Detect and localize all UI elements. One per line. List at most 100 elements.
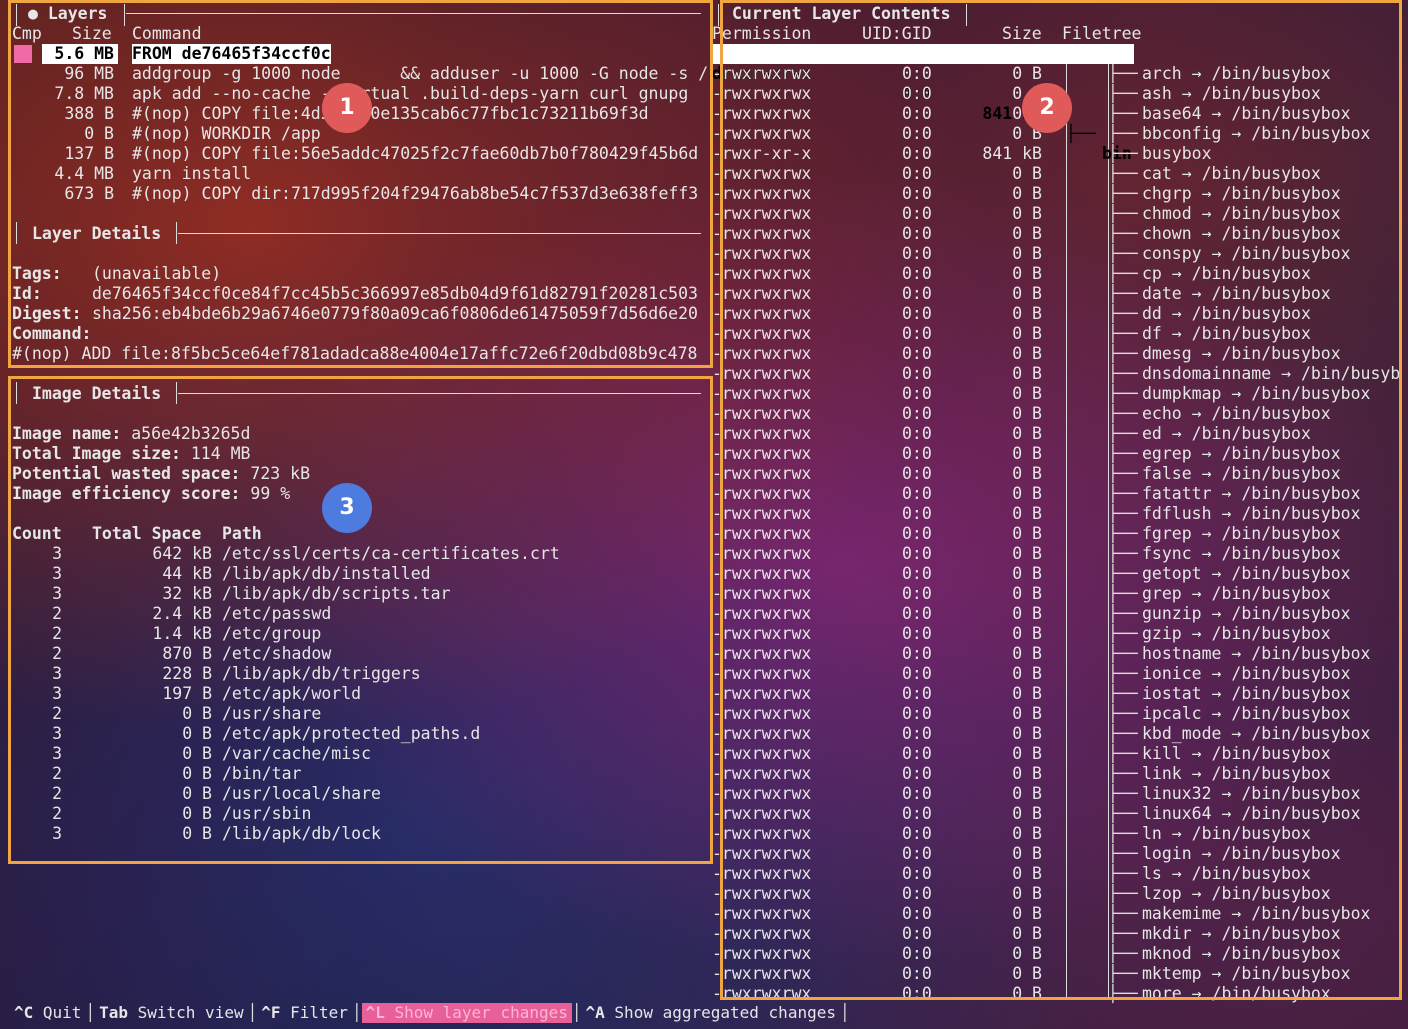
- filetree-row[interactable]: -rwxrwxrwx 0:0 0 B ├── getopt → /bin/busybox: [712, 564, 1400, 584]
- layer-command: addgroup -g 1000 node && adduser -u 1000…: [132, 64, 709, 83]
- file-name: iostat → /bin/busybox: [1142, 684, 1351, 703]
- keybinding-show-layer-changes[interactable]: ^L Show layer changes: [361, 1003, 572, 1023]
- wasted-file-row[interactable]: 2 1.4 kB/etc/group: [12, 624, 702, 644]
- wasted-file-row[interactable]: 3 0 B/etc/apk/protected_paths.d: [12, 724, 702, 744]
- file-name: linux32 → /bin/busybox: [1142, 784, 1361, 803]
- layer-row[interactable]: 5.6 MB FROM de76465f34ccf0c: [12, 44, 702, 64]
- filetree-row[interactable]: -rwxrwxrwx 0:0 0 B ├── mknod → /bin/busybox: [712, 944, 1400, 964]
- filetree-row[interactable]: -rwxrwxrwx 0:0 0 B ├── kbd_mode → /bin/busyb…: [712, 724, 1400, 744]
- filetree-row[interactable]: -rwxrwxrwx 0:0 0 B ├── conspy → /bin/busybox: [712, 244, 1400, 264]
- filetree-row[interactable]: -rwxrwxrwx 0:0 0 B ├── fsync → /bin/busybox: [712, 544, 1400, 564]
- filetree-row[interactable]: -rwxrwxrwx 0:0 0 B ├── echo → /bin/busybox: [712, 404, 1400, 424]
- filetree-row[interactable]: -rwxrwxrwx 0:0 0 B ├── df → /bin/busybox: [712, 324, 1400, 344]
- wasted-file-row[interactable]: 2 0 B/usr/share: [12, 704, 702, 724]
- file-permission: -rwxrwxrwx: [712, 404, 812, 423]
- filetree-row[interactable]: -rwxrwxrwx 0:0 0 B ├── egrep → /bin/busybox: [712, 444, 1400, 464]
- wasted-file-row[interactable]: 3 197 B/etc/apk/world: [12, 684, 702, 704]
- wasted-file-row[interactable]: 2 2.4 kB/etc/passwd: [12, 604, 702, 624]
- wasted-file-row[interactable]: 3 0 B/lib/apk/db/lock: [12, 824, 702, 844]
- filetree-row[interactable]: -rwxrwxrwx 0:0 0 B ├── mkdir → /bin/busybox: [712, 924, 1400, 944]
- filetree-row[interactable]: -rwxrwxrwx 0:0 0 B ├── link → /bin/busybox: [712, 764, 1400, 784]
- filetree-row[interactable]: -rwxrwxrwx 0:0 0 B ├── dnsdomainname → /bin/…: [712, 364, 1400, 384]
- filetree-row[interactable]: -rwxrwxrwx 0:0 0 B ├── linux64 → /bin/busybo…: [712, 804, 1400, 824]
- filetree-row[interactable]: -rwxrwxrwx 0:0 0 B ├── chgrp → /bin/busybox: [712, 184, 1400, 204]
- keybinding-show-aggregated-changes[interactable]: ^A Show aggregated changes: [582, 1003, 840, 1023]
- file-permission: -rwxrwxrwx: [712, 904, 812, 923]
- filetree-row[interactable]: -rwxrwxrwx 0:0 0 B ├── cp → /bin/busybox: [712, 264, 1400, 284]
- filetree-row[interactable]: -rwxrwxrwx 0:0 0 B ├── ls → /bin/busybox: [712, 864, 1400, 884]
- file-permission: -rwxrwxrwx: [712, 424, 812, 443]
- file-permission: -rwxrwxrwx: [712, 864, 812, 883]
- wasted-file-row[interactable]: 3 0 B/var/cache/misc: [12, 744, 702, 764]
- layer-row[interactable]: 4.4 MB yarn install: [12, 164, 702, 184]
- filetree-row[interactable]: -rwxrwxrwx 0:0 0 B ├── grep → /bin/busybox: [712, 584, 1400, 604]
- wasted-file-space: 642 kB: [152, 544, 212, 563]
- file-size: 0 B: [1012, 444, 1042, 463]
- filetree-row[interactable]: -rwxrwxrwx 0:0 0 B ├── date → /bin/busybox: [712, 284, 1400, 304]
- filetree-row[interactable]: -rwxr-xr-x 0:0 841 kB ├── busybox: [712, 144, 1400, 164]
- filetree-row[interactable]: -rwxrwxrwx 0:0 0 B ├── ipcalc → /bin/busybox: [712, 704, 1400, 724]
- file-name: hostname → /bin/busybox: [1142, 644, 1371, 663]
- file-uid: 0:0: [902, 344, 932, 363]
- keybinding-label: Show aggregated changes: [614, 1003, 836, 1022]
- wasted-file-row[interactable]: 3 32 kB/lib/apk/db/scripts.tar: [12, 584, 702, 604]
- file-size: 0 B: [1012, 644, 1042, 663]
- filetree-row[interactable]: -rwxrwxrwx 0:0 0 B ├── ionice → /bin/busybox: [712, 664, 1400, 684]
- filetree-row[interactable]: -rwxrwxrwx 0:0 0 B ├── gzip → /bin/busybox: [712, 624, 1400, 644]
- wasted-file-row[interactable]: 3 44 kB/lib/apk/db/installed: [12, 564, 702, 584]
- filetree-row[interactable]: -rwxrwxrwx 0:0 0 B ├── cat → /bin/busybox: [712, 164, 1400, 184]
- filetree-row[interactable]: -rwxrwxrwx 0:0 0 B ├── hostname → /bin/busyb…: [712, 644, 1400, 664]
- file-uid: 0:0: [902, 824, 932, 843]
- filetree-row[interactable]: -rwxrwxrwx 0:0 0 B ├── dd → /bin/busybox: [712, 304, 1400, 324]
- filetree-row[interactable]: -rwxrwxrwx 0:0 0 B ├── ed → /bin/busybox: [712, 424, 1400, 444]
- file-size: 0 B: [1012, 524, 1042, 543]
- filetree-row[interactable]: -rwxrwxrwx 0:0 0 B ├── chown → /bin/busybox: [712, 224, 1400, 244]
- layer-row[interactable]: 96 MB addgroup -g 1000 node && adduser -u…: [12, 64, 708, 84]
- tree-branch: ├──: [1108, 384, 1138, 403]
- keybinding-bar[interactable]: ^C Quit │ Tab Switch view │ ^F Filter │ ^L Sho…: [10, 1003, 850, 1023]
- wasted-file-row[interactable]: 2 870 B/etc/shadow: [12, 644, 702, 664]
- filetree-row[interactable]: -rwxrwxrwx 0:0 0 B ├── login → /bin/busybox: [712, 844, 1400, 864]
- keybinding-filter[interactable]: ^F Filter: [257, 1003, 352, 1023]
- wasted-file-row[interactable]: 2 0 B/usr/sbin: [12, 804, 702, 824]
- filetree-row[interactable]: -rwxrwxrwx 0:0 0 B ├── dumpkmap → /bin/busyb…: [712, 384, 1400, 404]
- keybinding-quit[interactable]: ^C Quit: [10, 1003, 85, 1023]
- filetree-row[interactable]: -rwxrwxrwx 0:0 0 B ├── linux32 → /bin/busybo…: [712, 784, 1400, 804]
- tree-branch: ├──: [1108, 264, 1138, 283]
- wasted-file-row[interactable]: 2 0 B/bin/tar: [12, 764, 702, 784]
- file-permission: -rwxrwxrwx: [712, 124, 812, 143]
- filetree-row[interactable]: -rwxrwxrwx 0:0 0 B ├── more → /bin/busybox: [712, 984, 1400, 1004]
- file-permission: -rwxrwxrwx: [712, 344, 812, 363]
- file-size: 0 B: [1012, 844, 1042, 863]
- layer-row[interactable]: 673 B #(nop) COPY dir:717d995f204f29476ab…: [12, 184, 702, 204]
- filetree-row[interactable]: -rwxrwxrwx 0:0 0 B ├── ln → /bin/busybox: [712, 824, 1400, 844]
- layer-size: 96 MB: [64, 64, 114, 83]
- filetree-row[interactable]: -rwxrwxrwx 0:0 0 B ├── false → /bin/busybox: [712, 464, 1400, 484]
- filetree-row[interactable]: -rwxrwxrwx 0:0 0 B ├── iostat → /bin/busybox: [712, 684, 1400, 704]
- filetree-row[interactable]: -rwxrwxrwx 0:0 0 B ├── fgrep → /bin/busybox: [712, 524, 1400, 544]
- file-permission: -rwxrwxrwx: [712, 164, 812, 183]
- filetree-root-row[interactable]: drwxr-xr-x 0:0 841 kB ├── bin: [712, 44, 1134, 163]
- file-permission: -rwxrwxrwx: [712, 764, 812, 783]
- wasted-file-row[interactable]: 2 0 B/usr/local/share: [12, 784, 702, 804]
- tree-branch: ├──: [1108, 344, 1138, 363]
- wasted-file-row[interactable]: 3 228 B/lib/apk/db/triggers: [12, 664, 702, 684]
- filetree-row[interactable]: -rwxrwxrwx 0:0 0 B ├── dmesg → /bin/busybox: [712, 344, 1400, 364]
- filetree-row[interactable]: -rwxrwxrwx 0:0 0 B ├── arch → /bin/busybox: [712, 64, 1400, 84]
- filetree-row[interactable]: -rwxrwxrwx 0:0 0 B ├── makemime → /bin/busyb…: [712, 904, 1400, 924]
- badge-one: 1: [322, 83, 372, 133]
- keybinding-label: Filter: [290, 1003, 348, 1022]
- wasted-file-row[interactable]: 3 642 kB/etc/ssl/certs/ca-certificates.cr…: [12, 544, 702, 564]
- filetree-row[interactable]: -rwxrwxrwx 0:0 0 B ├── lzop → /bin/busybox: [712, 884, 1400, 904]
- filetree-row[interactable]: -rwxrwxrwx 0:0 0 B ├── fdflush → /bin/busybo…: [712, 504, 1400, 524]
- filetree-row[interactable]: -rwxrwxrwx 0:0 0 B ├── mktemp → /bin/busybox: [712, 964, 1400, 984]
- filetree-row[interactable]: -rwxrwxrwx 0:0 0 B ├── gunzip → /bin/busybox: [712, 604, 1400, 624]
- keybinding-switch-view[interactable]: Tab Switch view: [95, 1003, 248, 1023]
- file-uid: 0:0: [902, 844, 932, 863]
- keybinding-separator: │: [247, 1003, 258, 1022]
- filetree-row[interactable]: -rwxrwxrwx 0:0 0 B ├── fatattr → /bin/busybo…: [712, 484, 1400, 504]
- filetree-row[interactable]: -rwxrwxrwx 0:0 0 B ├── kill → /bin/busybox: [712, 744, 1400, 764]
- layer-row[interactable]: 137 B #(nop) COPY file:56e5addc47025f2c7f…: [12, 144, 702, 164]
- filetree-row[interactable]: -rwxrwxrwx 0:0 0 B ├── chmod → /bin/busybox: [712, 204, 1400, 224]
- file-uid: 0:0: [902, 984, 932, 1003]
